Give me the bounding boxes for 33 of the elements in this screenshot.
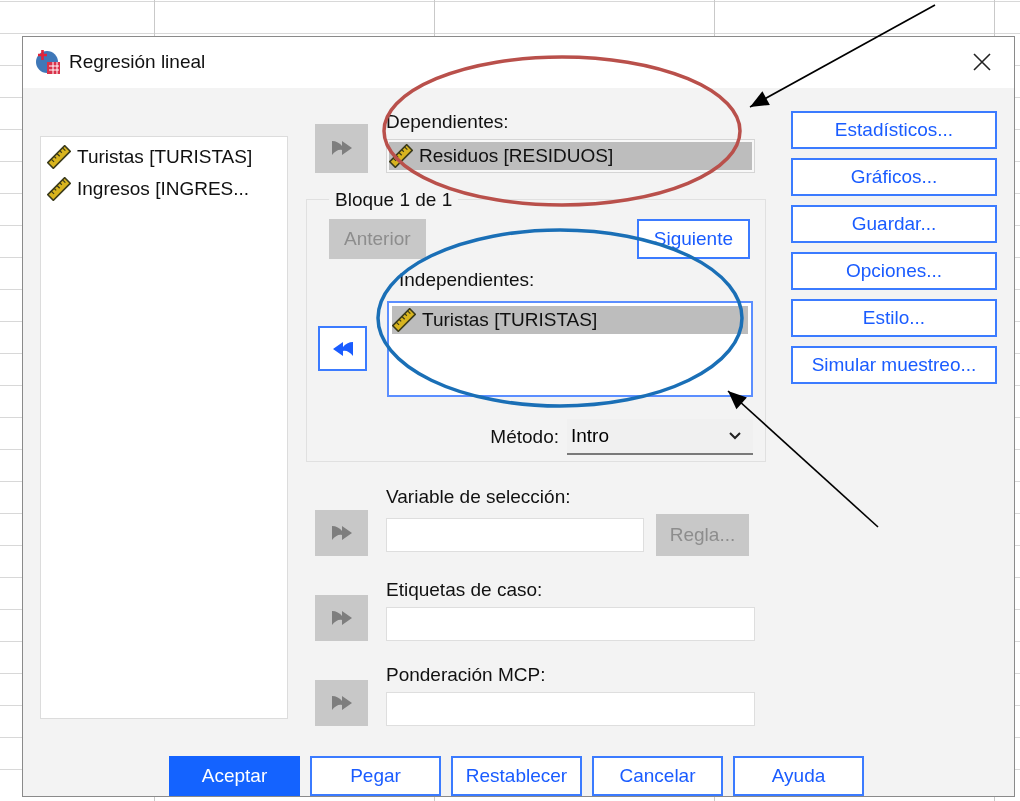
group-title: Bloque 1 de 1 [334,188,454,211]
ruler-icon [392,307,416,332]
option-button[interactable]: Guardar... [791,204,997,243]
app-icon [35,49,61,76]
option-button[interactable]: Gráficos... [791,157,997,196]
field-label: Etiquetas de caso: [386,578,544,601]
field-label: Independientes: [399,268,535,290]
option-button[interactable]: Estadísticos... [791,110,997,149]
variable-item[interactable]: Ingresos [INGRES... [47,174,287,203]
option-button[interactable]: Estilo... [791,298,997,337]
input-field[interactable] [386,691,755,726]
ruler-icon [389,143,413,168]
dialog-button[interactable]: Restablecer [451,756,582,796]
variable-item[interactable]: Turistas [TURISTAS] [47,142,287,171]
window-title: Regresión lineal [69,51,207,74]
dialog-button[interactable]: Pegar [310,756,441,796]
next-button[interactable]: Siguiente [636,218,750,259]
dialog-button[interactable]: Cancelar [592,756,723,796]
move-button[interactable] [318,326,367,372]
close-icon [973,53,991,72]
option-button[interactable]: Opciones... [791,251,997,290]
option-button[interactable]: Simular muestreo... [791,345,997,384]
input-field[interactable] [386,606,755,641]
field-label: Método: [490,425,559,448]
chevron-down-icon [729,431,741,440]
dialog-button[interactable]: Aceptar [169,756,300,796]
input-field[interactable] [386,517,644,552]
field-label: Variable de selección: [386,485,572,508]
dialog-button[interactable]: Ayuda [733,756,864,796]
field-label: Ponderación MCP: [386,663,547,686]
variable-item[interactable]: Turistas [TURISTAS] [392,305,748,334]
field-label: Dependientes: [386,110,510,133]
variable-item[interactable]: Residuos [RESIDUOS] [389,141,752,170]
